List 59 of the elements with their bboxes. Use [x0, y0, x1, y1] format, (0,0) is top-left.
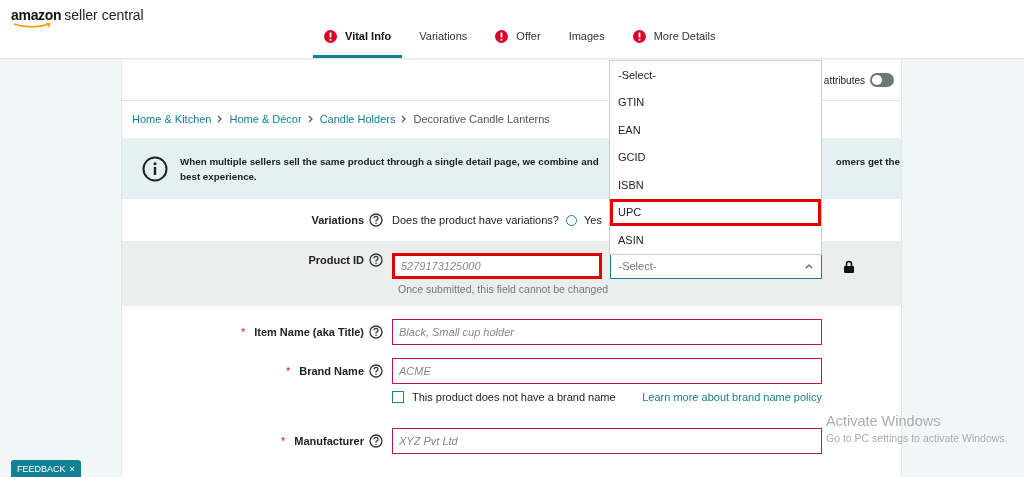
banner-text: When multiple sellers sell the same product through a single detail page, we combine and: [180, 154, 599, 169]
policy-link[interactable]: Learn more about brand name policy: [642, 391, 822, 403]
question-text: Does the product have variations?: [392, 214, 559, 226]
radio-label: Yes: [583, 214, 602, 226]
field-label: Variations: [311, 214, 364, 226]
tab[interactable]: More Details: [621, 21, 727, 58]
product-id-field[interactable]: 5279173125000: [392, 253, 602, 279]
dropdown-option[interactable]: GTIN: [610, 88, 821, 116]
breadcrumb-link[interactable]: Decorative Candle Lanterns: [413, 112, 550, 125]
breadcrumb-link[interactable]: Candle Holders: [319, 112, 396, 125]
logo-brand[interactable]: amazon: [11, 7, 62, 26]
logo-product: seller central: [64, 7, 144, 23]
tab[interactable]: Offer: [484, 21, 552, 58]
alert-icon: [632, 30, 646, 43]
caret-icon: [805, 263, 813, 269]
dropdown-option[interactable]: ASIN: [610, 226, 821, 254]
tab[interactable]: Images: [557, 21, 616, 58]
smile-icon: [13, 23, 53, 29]
toolbar-label: attributes: [823, 74, 865, 86]
field-label: Product ID: [308, 254, 364, 266]
banner-text: omers get the: [835, 154, 900, 169]
breadcrumb-link[interactable]: Home & Décor: [229, 112, 302, 125]
chevron-icon: [307, 114, 314, 123]
dropdown-option[interactable]: ISBN: [610, 171, 821, 199]
alert-icon: [324, 30, 337, 43]
field-label: Manufacturer: [294, 435, 364, 447]
help-icon[interactable]: [369, 253, 383, 267]
text-field[interactable]: ACME: [392, 358, 822, 384]
text-field[interactable]: Black, Small cup holder: [392, 319, 822, 345]
text-field[interactable]: XYZ Pvt Ltd: [392, 428, 822, 454]
field-label: Brand Name: [299, 365, 364, 377]
chevron-icon: [217, 114, 224, 123]
alert-icon: [495, 30, 509, 43]
help-icon[interactable]: [369, 213, 383, 227]
help-icon[interactable]: [369, 364, 383, 378]
banner-text: best experience.: [180, 170, 257, 182]
checkbox-label: This product does not have a brand name: [412, 391, 616, 403]
breadcrumb-link[interactable]: Home & Kitchen: [132, 112, 212, 125]
chevron-icon: [401, 114, 408, 123]
info-icon: [142, 155, 168, 182]
attributes-toggle[interactable]: [870, 73, 894, 87]
activation-title: Activate Windows: [826, 413, 942, 429]
dropdown-option[interactable]: GCID: [610, 143, 821, 171]
help-icon[interactable]: [369, 325, 383, 339]
required-mark: *: [281, 435, 286, 447]
dropdown-option[interactable]: UPC: [610, 198, 821, 226]
lock-icon: [844, 260, 854, 273]
required-mark: *: [240, 326, 246, 338]
id-type-select[interactable]: -Select-: [609, 253, 822, 279]
checkbox[interactable]: [392, 391, 404, 403]
dropdown-option[interactable]: -Select-: [610, 61, 821, 89]
help-icon[interactable]: [369, 434, 383, 448]
activation-text: Go to PC settings to activate Windows.: [826, 432, 1008, 444]
field-note: Once submitted, this field cannot be changed: [397, 283, 610, 295]
dropdown-option[interactable]: EAN: [610, 116, 821, 144]
required-mark: *: [285, 365, 291, 377]
tab[interactable]: Variations: [408, 21, 479, 58]
field-label: Item Name (aka Title): [254, 326, 364, 338]
feedback-button[interactable]: FEEDBACK ×: [11, 460, 81, 477]
